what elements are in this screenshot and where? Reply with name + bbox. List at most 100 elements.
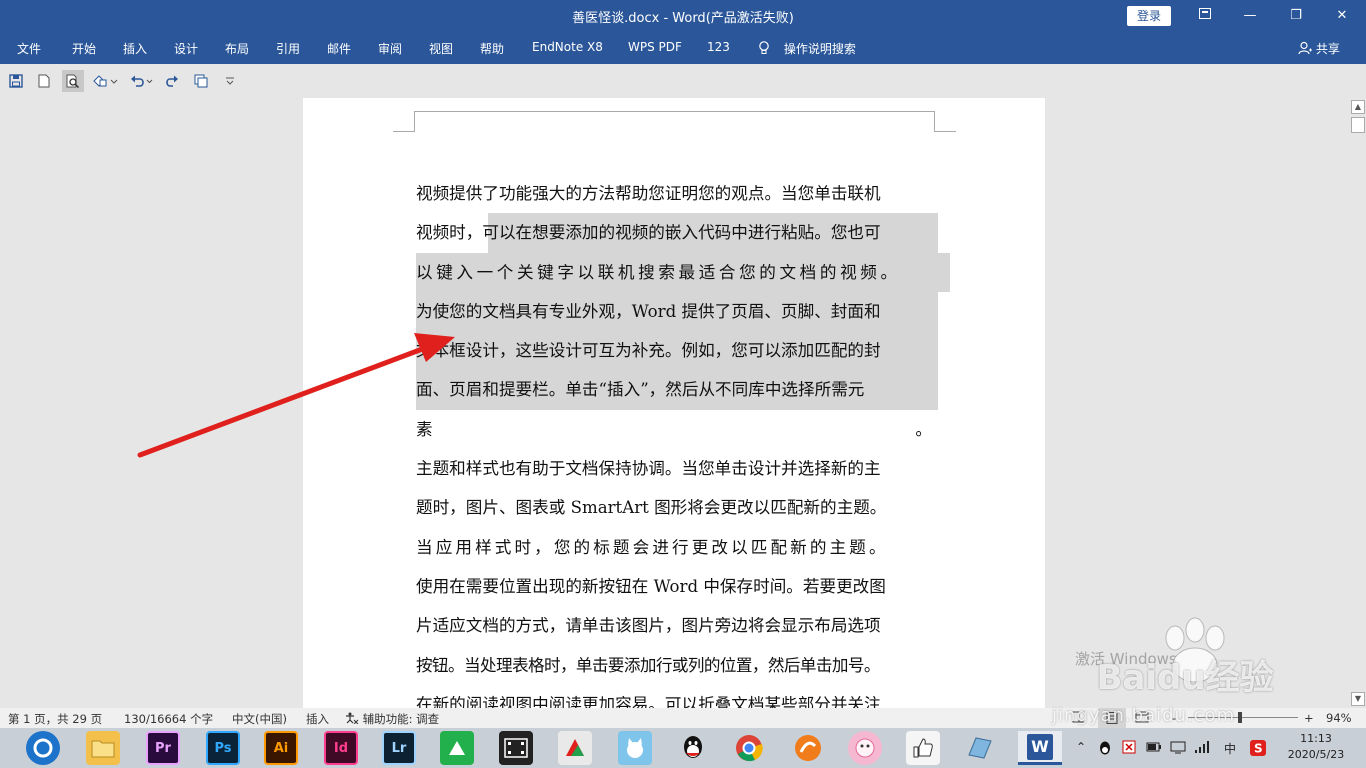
text-line[interactable]: 使用在需要位置出现的新按钮在 Word 中保存时间。若要更改图	[416, 567, 938, 606]
tab-layout[interactable]: 布局	[225, 40, 249, 57]
chrome-icon	[736, 735, 763, 762]
tab-endnote[interactable]: EndNote X8	[532, 40, 603, 54]
accessibility-icon	[346, 712, 359, 725]
restore-button[interactable]: ❐	[1276, 4, 1316, 28]
zoom-level[interactable]: 94%	[1326, 711, 1352, 725]
tab-references[interactable]: 引用	[276, 40, 300, 57]
word-app-icon[interactable]: W	[1018, 731, 1062, 765]
redo-button[interactable]	[161, 70, 183, 92]
shapes-button[interactable]	[90, 70, 120, 92]
text-line[interactable]: 当应用样式时，您的标题会进行更改以匹配新的主题。	[416, 528, 938, 567]
clock-time: 11:13	[1300, 732, 1332, 745]
print-preview-button[interactable]	[62, 70, 84, 92]
text-fragment: 素	[416, 419, 433, 439]
baidu-url-watermark: jingyan.baidu.com	[1052, 705, 1236, 726]
close-button[interactable]: ✕	[1322, 4, 1362, 28]
tab-home[interactable]: 开始	[72, 40, 96, 57]
undo-icon	[131, 75, 153, 87]
customize-icon	[226, 77, 234, 85]
page-count[interactable]: 第 1 页，共 29 页	[8, 711, 102, 727]
text-line[interactable]: 视频时，可以在想要添加的视频的嵌入代码中进行粘贴。您也可	[416, 213, 938, 253]
green-app-icon[interactable]	[440, 731, 474, 765]
scroll-thumb[interactable]	[1351, 117, 1365, 133]
svg-text:S: S	[1254, 742, 1263, 756]
tray-overflow-icon[interactable]: ⌃	[1076, 740, 1086, 754]
text-line[interactable]: 为使您的文档具有专业外观，Word 提供了页眉、页脚、封面和	[416, 291, 938, 332]
pink-app-icon[interactable]	[848, 731, 882, 765]
taskbar-clock[interactable]: 11:13 2020/5/23	[1286, 731, 1346, 763]
insert-mode[interactable]: 插入	[306, 711, 329, 727]
green-shape-icon	[449, 741, 465, 755]
share-label: 共享	[1315, 42, 1340, 56]
accessibility-check[interactable]: 辅助功能: 调查	[345, 711, 439, 727]
tray-signal-icon[interactable]	[1194, 740, 1210, 757]
document-body[interactable]: 视频提供了功能强大的方法帮助您证明您的观点。当您单击联机 视频时，可以在想要添加…	[416, 174, 950, 708]
person-icon	[1298, 41, 1312, 55]
red-green-app-icon[interactable]	[558, 731, 592, 765]
tray-qq-icon[interactable]	[1098, 740, 1112, 759]
photoshop-app-icon[interactable]: Ps	[206, 731, 240, 765]
customize-qat-button[interactable]	[219, 70, 241, 92]
qq-app-icon[interactable]	[676, 731, 710, 765]
text-line[interactable]: 题时，图片、图表或 SmartArt 图形将会更改以匹配新的主题。	[416, 488, 938, 527]
tray-sogou-icon[interactable]: S	[1250, 740, 1266, 759]
word-count[interactable]: 130/16664 个字	[124, 711, 213, 727]
ribbon-display-options-button[interactable]	[1185, 4, 1225, 28]
multiple-pages-button[interactable]	[190, 70, 212, 92]
indesign-app-icon[interactable]: Id	[324, 731, 358, 765]
minimize-button[interactable]: —	[1230, 4, 1270, 28]
film-icon	[504, 738, 528, 758]
scroll-up-icon[interactable]: ▲	[1351, 100, 1365, 114]
title-bar: 善医怪谈.docx - Word(产品激活失败) 登录 — ❐ ✕	[0, 0, 1366, 32]
new-document-button[interactable]	[33, 70, 55, 92]
cat-app-icon[interactable]	[618, 731, 652, 765]
file-explorer-app-icon[interactable]	[86, 731, 120, 765]
login-button[interactable]: 登录	[1127, 6, 1171, 26]
cat-icon	[627, 738, 643, 758]
browser-app-icon[interactable]	[26, 731, 60, 765]
text-line[interactable]: 视频提供了功能强大的方法帮助您证明您的观点。当您单击联机	[416, 174, 938, 213]
tell-me-search[interactable]: 操作说明搜索	[758, 40, 856, 57]
share-button[interactable]: 共享	[1298, 40, 1340, 57]
lightroom-app-icon[interactable]: Lr	[382, 731, 416, 765]
text-line[interactable]: 素 。	[416, 410, 938, 449]
note-app-icon[interactable]	[963, 731, 997, 765]
tab-wps-pdf[interactable]: WPS PDF	[628, 40, 682, 54]
save-button[interactable]	[5, 70, 27, 92]
text-line[interactable]: 文本框设计，这些设计可互为补充。例如，您可以添加匹配的封	[416, 331, 938, 371]
text-line[interactable]: 在新的阅读视图中阅读更加容易。可以折叠文档某些部分并关注	[416, 685, 938, 708]
illustrator-app-icon[interactable]: Ai	[264, 731, 298, 765]
tray-network-icon[interactable]	[1170, 740, 1186, 757]
text-line[interactable]: 主题和样式也有助于文档保持协调。当您单击设计并选择新的主	[416, 449, 938, 488]
tab-view[interactable]: 视图	[429, 40, 453, 57]
tray-battery-icon[interactable]	[1146, 740, 1162, 757]
thumb-app-icon[interactable]	[906, 731, 940, 765]
tab-123[interactable]: 123	[707, 40, 730, 54]
text-line[interactable]: 以键入一个关键字以联机搜索最适合您的文档的视频。	[416, 252, 950, 292]
tab-design[interactable]: 设计	[174, 40, 198, 57]
tab-review[interactable]: 审阅	[378, 40, 402, 57]
tab-help[interactable]: 帮助	[480, 40, 504, 57]
ribbon-display-icon	[1199, 8, 1211, 19]
zoom-slider-thumb[interactable]	[1238, 712, 1242, 723]
tab-mailings[interactable]: 邮件	[327, 40, 351, 57]
tray-ime-indicator[interactable]: 中	[1224, 740, 1236, 757]
premiere-app-icon[interactable]: Pr	[146, 731, 180, 765]
tray-security-icon[interactable]	[1122, 740, 1136, 757]
undo-button[interactable]	[128, 70, 156, 92]
text-line[interactable]: 面、页眉和提要栏。单击“插入”，然后从不同库中选择所需元	[416, 370, 938, 410]
tab-insert[interactable]: 插入	[123, 40, 147, 57]
chrome-app-icon[interactable]	[732, 731, 766, 765]
zoom-in-button[interactable]: +	[1304, 711, 1314, 725]
orange-app-icon[interactable]	[791, 731, 825, 765]
pink-avatar-icon	[855, 738, 875, 758]
vertical-scrollbar[interactable]: ▲ ▼	[1350, 98, 1366, 708]
scroll-down-icon[interactable]: ▼	[1351, 692, 1365, 706]
tab-file[interactable]: 文件	[17, 40, 41, 57]
language[interactable]: 中文(中国)	[232, 711, 287, 727]
text-line[interactable]: 按钮。当处理表格时，单击要添加行或列的位置，然后单击加号。	[416, 646, 938, 685]
battery-icon	[1146, 742, 1161, 752]
document-page[interactable]: 视频提供了功能强大的方法帮助您证明您的观点。当您单击联机 视频时，可以在想要添加…	[303, 98, 1045, 708]
text-line[interactable]: 片适应文档的方式，请单击该图片，图片旁边将会显示布局选项	[416, 606, 938, 645]
video-editor-app-icon[interactable]	[499, 731, 533, 765]
